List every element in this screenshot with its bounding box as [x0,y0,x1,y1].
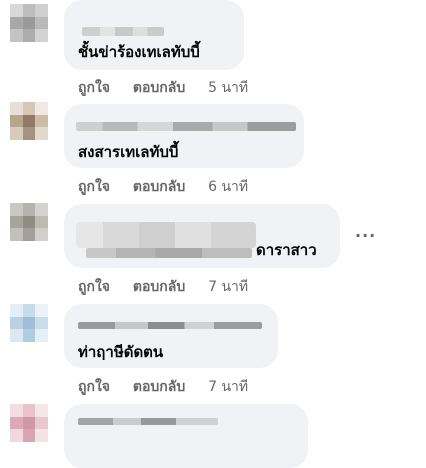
avatar[interactable] [10,203,48,241]
like-button[interactable]: ถูกใจ [78,77,110,99]
avatar[interactable] [10,4,48,42]
comment-text: ชั้นข่าร้องเทเลทับบี้ [78,43,200,61]
comment-text: ดาราสาว [256,241,317,259]
blurred-author-name[interactable] [76,222,256,248]
avatar[interactable] [10,404,48,442]
comment-bubble: ดาราสาว [64,204,340,268]
blurred-author-name[interactable] [78,322,262,329]
comment-actions: ถูกใจ ตอบกลับ 7 นาที [78,376,248,398]
comment-time[interactable]: 7 นาที [208,376,248,398]
reply-button[interactable]: ตอบกลับ [133,176,185,198]
like-button[interactable]: ถูกใจ [78,376,110,398]
comment-time[interactable]: 5 นาที [208,77,248,99]
avatar[interactable] [10,102,48,140]
avatar[interactable] [10,304,48,342]
comment-bubble: ท่าฤาษีดัดตน [64,304,278,368]
comment-text: สงสารเทเลทับบี้ [78,143,179,161]
blurred-author-name[interactable] [82,27,164,36]
more-options-icon[interactable]: ··· [355,226,376,245]
comment-actions: ถูกใจ ตอบกลับ 6 นาที [78,176,248,198]
reply-button[interactable]: ตอบกลับ [133,376,185,398]
blurred-text [86,248,252,258]
reply-button[interactable]: ตอบกลับ [133,276,185,298]
comment-time[interactable]: 7 นาที [208,276,248,298]
like-button[interactable]: ถูกใจ [78,176,110,198]
like-button[interactable]: ถูกใจ [78,276,110,298]
comment-bubble [64,404,308,468]
comment-bubble: สงสารเทเลทับบี้ [64,104,304,168]
comment-bubble: ชั้นข่าร้องเทเลทับบี้ [64,0,244,70]
comment-actions: ถูกใจ ตอบกลับ 7 นาที [78,276,248,298]
comment-time[interactable]: 6 นาที [208,176,248,198]
comment-actions: ถูกใจ ตอบกลับ 5 นาที [78,77,248,99]
blurred-author-name[interactable] [76,122,296,131]
reply-button[interactable]: ตอบกลับ [133,77,185,99]
comment-text: ท่าฤาษีดัดตน [78,343,164,361]
